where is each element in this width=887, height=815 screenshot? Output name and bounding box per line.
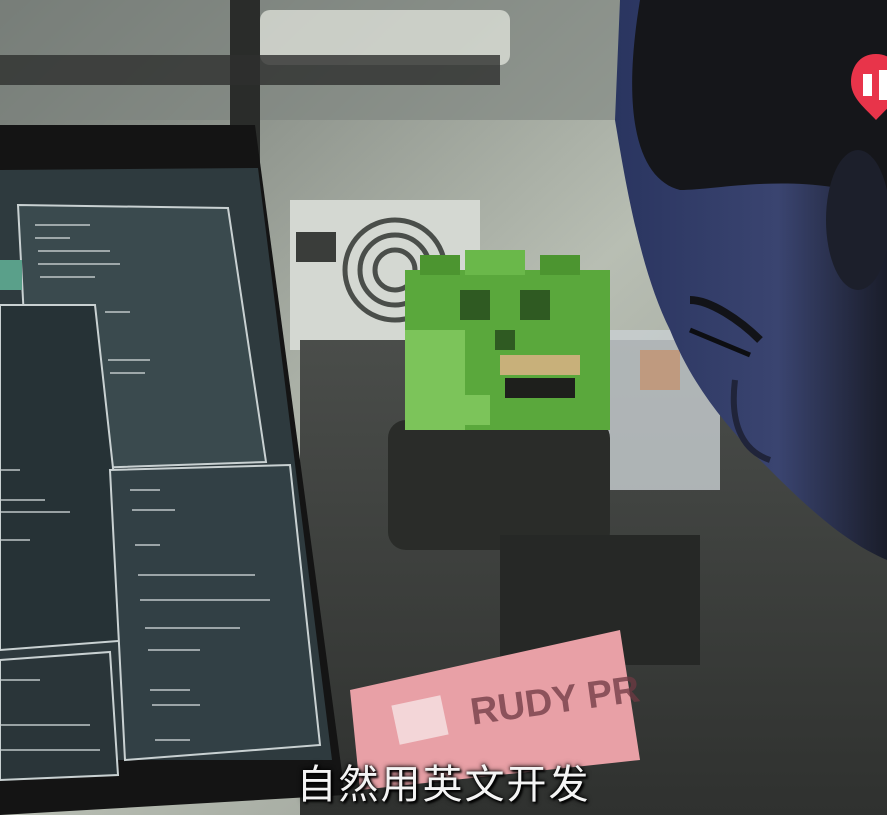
red-brand-logo-icon [851,54,887,120]
pixel-figurine [405,250,610,430]
video-frame: RUDY PR 自然用英文开发 [0,0,887,815]
subtitle-caption: 自然用英文开发 [296,762,591,808]
figurine-stand [388,420,610,550]
scene-photo [0,0,887,815]
